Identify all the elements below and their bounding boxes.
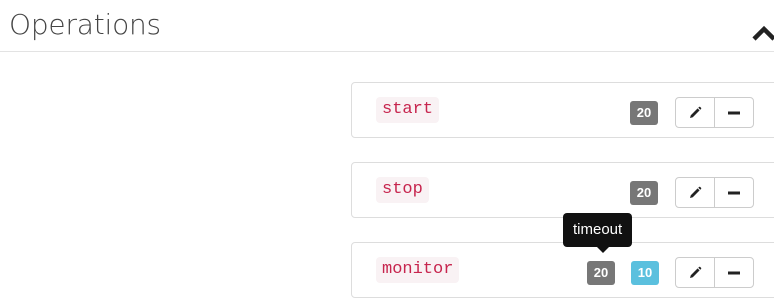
pencil-icon bbox=[690, 106, 702, 118]
edit-operation-button[interactable] bbox=[675, 97, 715, 128]
interval-badge: 10 bbox=[631, 261, 659, 285]
operation-badge: 20 bbox=[630, 101, 658, 125]
tooltip-arrow bbox=[597, 247, 609, 253]
operation-panel-monitor: monitor 20 10 bbox=[351, 242, 774, 298]
minus-icon bbox=[728, 271, 740, 274]
operation-name: start bbox=[376, 97, 440, 123]
pencil-icon bbox=[690, 186, 702, 198]
operation-panel-start: start 20 bbox=[351, 82, 774, 138]
minus-icon bbox=[728, 111, 740, 114]
timeout-tooltip: timeout bbox=[563, 213, 633, 247]
edit-operation-button[interactable] bbox=[675, 257, 715, 288]
collapse-toggle[interactable] bbox=[752, 25, 774, 41]
remove-operation-button[interactable] bbox=[714, 97, 754, 128]
timeout-badge: 20 bbox=[587, 261, 615, 285]
operation-name: stop bbox=[376, 177, 429, 203]
chevron-up-icon bbox=[752, 25, 774, 41]
remove-operation-button[interactable] bbox=[714, 257, 754, 288]
minus-icon bbox=[728, 191, 740, 194]
section-title: Operations bbox=[9, 8, 161, 41]
operation-badge: 20 bbox=[630, 181, 658, 205]
edit-operation-button[interactable] bbox=[675, 177, 715, 208]
operation-panel-stop: stop 20 bbox=[351, 162, 774, 218]
pencil-icon bbox=[690, 266, 702, 278]
section-header: Operations bbox=[0, 0, 774, 52]
operation-name: monitor bbox=[376, 257, 460, 283]
remove-operation-button[interactable] bbox=[714, 177, 754, 208]
